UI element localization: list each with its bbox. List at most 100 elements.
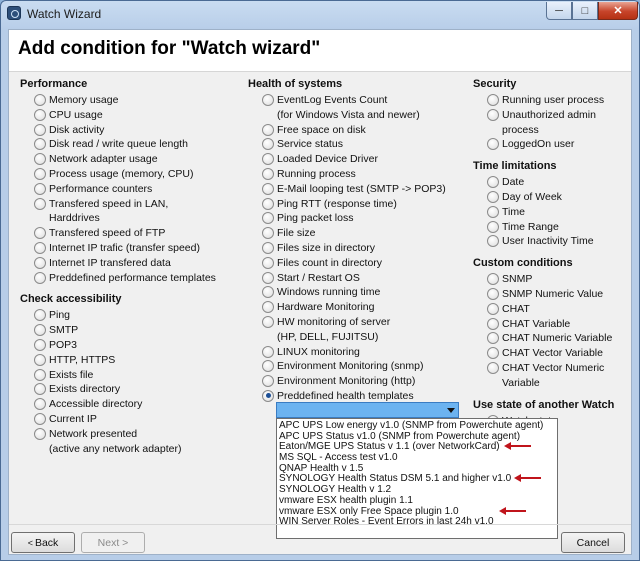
radio-button[interactable]: [487, 176, 499, 189]
radio-button[interactable]: [34, 412, 46, 425]
radio-button[interactable]: [34, 353, 46, 366]
radio-button[interactable]: [487, 361, 499, 374]
radio-button[interactable]: [262, 360, 274, 373]
dropdown-option[interactable]: WIN Server Roles - Event Errors in last …: [279, 516, 557, 528]
radio-button[interactable]: [34, 309, 46, 322]
radio-button[interactable]: [34, 153, 46, 166]
radio-button[interactable]: [34, 227, 46, 240]
health-option[interactable]: Start / Restart OS: [248, 271, 468, 286]
radio-button[interactable]: [262, 375, 274, 388]
time-option[interactable]: Time Range: [473, 220, 633, 235]
radio-button[interactable]: [34, 338, 46, 351]
health-option[interactable]: E-Mail looping test (SMTP -> POP3): [248, 182, 468, 197]
health-option[interactable]: Loaded Device Driver: [248, 152, 468, 167]
health-option[interactable]: Windows running time: [248, 285, 468, 300]
performance-option[interactable]: Process usage (memory, CPU): [20, 167, 240, 182]
radio-button[interactable]: [262, 389, 274, 402]
performance-option[interactable]: Performance counters: [20, 182, 240, 197]
radio-button[interactable]: [34, 123, 46, 136]
radio-button[interactable]: [262, 94, 274, 106]
security-option[interactable]: Unauthorized admin process: [473, 108, 633, 138]
radio-button[interactable]: [34, 368, 46, 381]
accessibility-option[interactable]: Current IP: [20, 412, 240, 427]
security-option[interactable]: LoggedOn user: [473, 137, 633, 152]
health-option[interactable]: Running process: [248, 167, 468, 182]
templates-select[interactable]: [276, 402, 459, 418]
radio-button[interactable]: [262, 212, 274, 225]
radio-button[interactable]: [487, 205, 499, 218]
radio-button[interactable]: [262, 345, 274, 358]
health-option[interactable]: Hardware Monitoring: [248, 300, 468, 315]
radio-button[interactable]: [262, 153, 274, 166]
time-option[interactable]: Day of Week: [473, 190, 633, 205]
custom-option[interactable]: SNMP Numeric Value: [473, 287, 633, 302]
custom-option[interactable]: CHAT Variable: [473, 317, 633, 332]
radio-button[interactable]: [262, 301, 274, 314]
performance-option[interactable]: Internet IP transfered data: [20, 256, 240, 271]
health-option[interactable]: Ping packet loss: [248, 211, 468, 226]
radio-button[interactable]: [262, 241, 274, 254]
chevron-down-icon[interactable]: [447, 408, 455, 413]
radio-button[interactable]: [34, 197, 46, 210]
radio-button[interactable]: [262, 256, 274, 269]
radio-button[interactable]: [34, 94, 46, 106]
radio-button[interactable]: [487, 190, 499, 203]
custom-option[interactable]: SNMP: [473, 272, 633, 287]
radio-button[interactable]: [34, 271, 46, 284]
performance-option[interactable]: Transfered speed of FTP: [20, 226, 240, 241]
minimize-button[interactable]: ─: [546, 2, 572, 20]
performance-option[interactable]: CPU usage: [20, 108, 240, 123]
radio-button[interactable]: [262, 197, 274, 210]
custom-option[interactable]: CHAT: [473, 302, 633, 317]
security-option[interactable]: Running user process: [473, 93, 633, 108]
back-button[interactable]: < Back: [11, 532, 75, 553]
cancel-button[interactable]: Cancel: [561, 532, 625, 553]
radio-button[interactable]: [34, 182, 46, 195]
radio-button[interactable]: [34, 427, 46, 440]
radio-button[interactable]: [262, 227, 274, 240]
radio-button[interactable]: [34, 256, 46, 269]
next-button[interactable]: Next >: [81, 532, 145, 553]
radio-button[interactable]: [34, 324, 46, 337]
radio-button[interactable]: [487, 235, 499, 248]
health-option[interactable]: Environment Monitoring (snmp): [248, 359, 468, 374]
radio-button[interactable]: [262, 123, 274, 136]
health-option[interactable]: Files size in directory: [248, 241, 468, 256]
radio-button[interactable]: [262, 182, 274, 195]
accessibility-option[interactable]: SMTP: [20, 323, 240, 338]
health-option[interactable]: Free space on disk: [248, 123, 468, 138]
custom-option[interactable]: CHAT Numeric Variable: [473, 331, 633, 346]
radio-button[interactable]: [487, 220, 499, 233]
custom-option[interactable]: CHAT Vector Variable: [473, 346, 633, 361]
health-option[interactable]: Environment Monitoring (http): [248, 374, 468, 389]
radio-button[interactable]: [34, 398, 46, 411]
accessibility-option[interactable]: Exists directory: [20, 382, 240, 397]
performance-option[interactable]: Preddefined performance templates: [20, 271, 240, 286]
performance-option[interactable]: Network adapter usage: [20, 152, 240, 167]
radio-button[interactable]: [487, 347, 499, 360]
performance-option[interactable]: Internet IP trafic (transfer speed): [20, 241, 240, 256]
radio-button[interactable]: [487, 138, 499, 151]
close-button[interactable]: ✕: [598, 2, 638, 20]
accessibility-option[interactable]: Network presented (active any network ad…: [20, 427, 240, 457]
accessibility-option[interactable]: Accessible directory: [20, 397, 240, 412]
radio-button[interactable]: [487, 94, 499, 106]
radio-button[interactable]: [262, 138, 274, 151]
radio-button[interactable]: [34, 383, 46, 396]
time-option[interactable]: Date: [473, 175, 633, 190]
time-option[interactable]: Time: [473, 205, 633, 220]
radio-button[interactable]: [487, 317, 499, 330]
health-option[interactable]: LINUX monitoring: [248, 345, 468, 360]
radio-button[interactable]: [34, 108, 46, 121]
accessibility-option[interactable]: POP3: [20, 338, 240, 353]
radio-button[interactable]: [262, 315, 274, 328]
time-option[interactable]: User Inactivity Time: [473, 234, 633, 249]
custom-option[interactable]: CHAT Vector Numeric Variable: [473, 361, 633, 391]
health-option[interactable]: File size: [248, 226, 468, 241]
health-option[interactable]: HW monitoring of server (HP, DELL, FUJIT…: [248, 315, 468, 345]
radio-button[interactable]: [262, 271, 274, 284]
performance-option[interactable]: Disk read / write queue length: [20, 137, 240, 152]
radio-button[interactable]: [487, 287, 499, 300]
performance-option[interactable]: Transfered speed in LAN, Harddrives: [20, 197, 240, 227]
accessibility-option[interactable]: Exists file: [20, 368, 240, 383]
